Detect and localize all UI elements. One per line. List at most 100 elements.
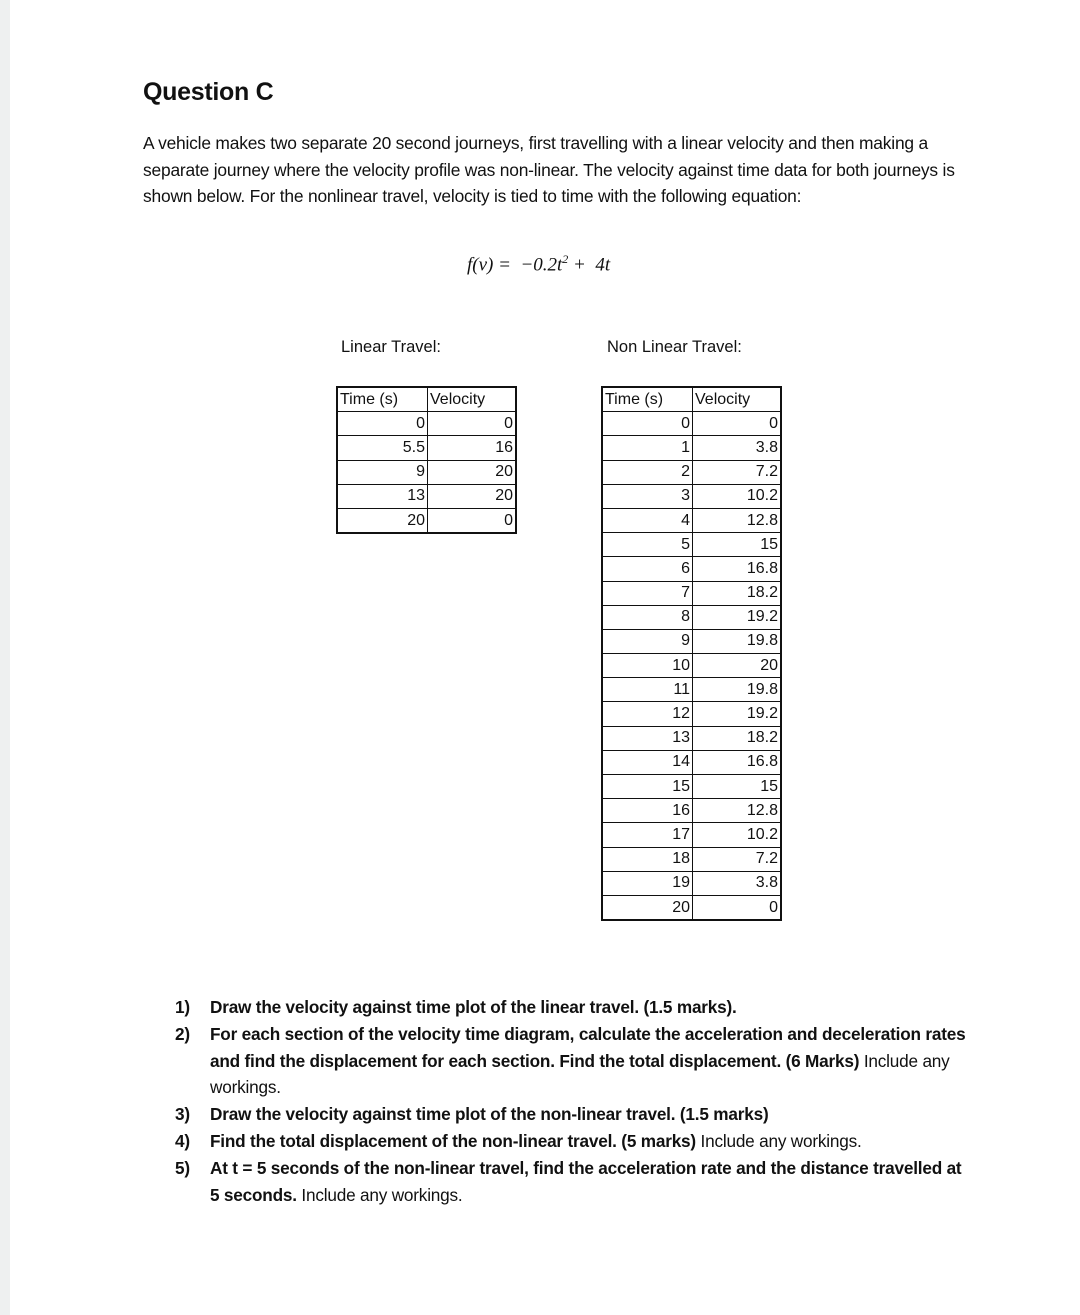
table-row: 00 — [601, 411, 782, 437]
time-cell: 0 — [336, 411, 428, 437]
velocity-cell: 7.2 — [692, 459, 782, 485]
time-cell: 18 — [601, 846, 693, 872]
table-row: 11 19.8 — [601, 677, 782, 703]
document-page: Question C A vehicle makes two separate … — [0, 0, 1080, 1315]
equation-lhs: f(v) = −0.2t — [467, 254, 563, 276]
velocity-cell: 16 — [427, 435, 517, 461]
table-row: 2 7.2 — [601, 459, 782, 485]
table-row: 9 20 — [336, 459, 517, 485]
question-item: 1) Draw the velocity against time plot of… — [175, 994, 975, 1021]
time-cell: 2 — [601, 459, 693, 485]
time-cell: 17 — [601, 822, 693, 848]
time-cell: 9 — [601, 628, 693, 655]
velocity-cell: 7.2 — [692, 846, 782, 872]
velocity-cell: 12.8 — [692, 507, 782, 534]
table-row: 20 0 — [336, 507, 517, 534]
table-row: 17 10.2 — [601, 822, 782, 848]
question-text-note: Include any workings. — [296, 1184, 463, 1205]
velocity-cell: 12.8 — [692, 798, 782, 824]
table-row: 13 18.2 — [601, 725, 782, 751]
table-row: 12 19.2 — [601, 701, 782, 727]
question-number: 2) — [175, 1023, 190, 1044]
time-cell: 9 — [336, 459, 428, 485]
time-cell: 3 — [601, 483, 693, 509]
velocity-cell: 16.8 — [692, 556, 782, 582]
time-cell: 8 — [601, 604, 693, 630]
time-cell: 19 — [601, 870, 693, 896]
table-row: 4 12.8 — [601, 507, 782, 534]
velocity-cell: 18.2 — [692, 725, 782, 751]
velocity-cell: 20 — [692, 653, 782, 679]
velocity-cell: 0 — [427, 507, 517, 534]
time-cell: 14 — [601, 749, 693, 776]
table-row: 5 15 — [601, 532, 782, 558]
question-number: 3) — [175, 1104, 190, 1125]
velocity-cell: 10.2 — [692, 483, 782, 509]
header-time: Time (s) — [601, 386, 693, 413]
time-cell: 13 — [336, 483, 428, 509]
time-cell: 12 — [601, 701, 693, 727]
time-cell: 13 — [601, 725, 693, 751]
time-cell: 20 — [336, 507, 428, 534]
table-row: 7 18.2 — [601, 580, 782, 606]
velocity-cell: 18.2 — [692, 580, 782, 606]
time-cell: 1 — [601, 435, 693, 461]
table-row: 13 20 — [336, 483, 517, 509]
velocity-cell: 19.2 — [692, 604, 782, 630]
table-row: 9 19.8 — [601, 628, 782, 655]
velocity-cell: 15 — [692, 532, 782, 558]
table-row: 18 7.2 — [601, 846, 782, 872]
question-item: 5) At t = 5 seconds of the non-linear tra… — [175, 1155, 975, 1209]
velocity-cell: 15 — [692, 773, 782, 800]
table-row: 8 19.2 — [601, 604, 782, 630]
question-item: 3) Draw the velocity against time plot of… — [175, 1101, 975, 1128]
velocity-equation: f(v) = −0.2t2 + 4t — [467, 252, 610, 276]
time-cell: 6 — [601, 556, 693, 582]
velocity-cell: 20 — [427, 459, 517, 485]
header-velocity: Velocity — [692, 386, 782, 413]
table-row: 1 3.8 — [601, 435, 782, 461]
velocity-cell: 19.8 — [692, 628, 782, 655]
time-cell: 5.5 — [336, 435, 428, 461]
time-cell: 10 — [601, 653, 693, 679]
question-item: 2) For each section of the velocity time … — [175, 1021, 975, 1101]
velocity-cell: 20 — [427, 483, 517, 509]
table-row: 10 20 — [601, 653, 782, 679]
linear-table-body: 0 0 5.5 16 9 20 13 20 20 0 — [336, 411, 517, 534]
linear-travel-table: Time (s) Velocity 0 0 5.5 16 9 20 13 20 20 0 — [336, 386, 517, 535]
time-cell: 7 — [601, 580, 693, 606]
header-velocity: Velocity — [427, 386, 517, 413]
velocity-cell: 0 — [427, 411, 517, 437]
question-item: 4) Find the total displacement of the non… — [175, 1128, 975, 1155]
question-text-note: Include any workings. — [695, 1130, 862, 1151]
question-list: 1) Draw the velocity against time plot of… — [175, 994, 975, 1208]
time-cell: 20 — [601, 894, 693, 921]
table-row: 00 — [336, 411, 517, 437]
nonlinear-travel-table: Time (s) Velocity 0 0 1 3.8 2 7.2 3 10.2 4 12.8 5 1… — [601, 386, 782, 922]
linear-travel-label: Linear Travel: — [341, 338, 441, 356]
equation-rhs: + 4t — [568, 254, 611, 276]
table-header-row: Time (s) Velocity — [336, 386, 517, 413]
velocity-cell: 3.8 — [692, 870, 782, 896]
time-cell: 16 — [601, 798, 693, 824]
time-cell: 11 — [601, 677, 693, 703]
table-row: 16 12.8 — [601, 798, 782, 824]
table-row: 20 0 — [601, 894, 782, 921]
table-row: 14 16.8 — [601, 749, 782, 776]
table-header-row: Time (s) Velocity — [601, 386, 782, 413]
table-row: 19 3.8 — [601, 870, 782, 896]
question-number: 5) — [175, 1157, 190, 1178]
question-text-bold: Draw the velocity against time plot of t… — [210, 997, 737, 1017]
velocity-cell: 10.2 — [692, 822, 782, 848]
velocity-cell: 0 — [692, 894, 782, 921]
time-cell: 5 — [601, 532, 693, 558]
time-cell: 0 — [601, 411, 693, 437]
question-text-bold: Draw the velocity against time plot of t… — [210, 1104, 769, 1125]
table-row: 6 16.8 — [601, 556, 782, 582]
time-cell: 4 — [601, 507, 693, 534]
velocity-cell: 19.8 — [692, 677, 782, 703]
velocity-cell: 3.8 — [692, 435, 782, 461]
table-row: 3 10.2 — [601, 483, 782, 509]
velocity-cell: 0 — [692, 411, 782, 437]
velocity-cell: 16.8 — [692, 749, 782, 776]
